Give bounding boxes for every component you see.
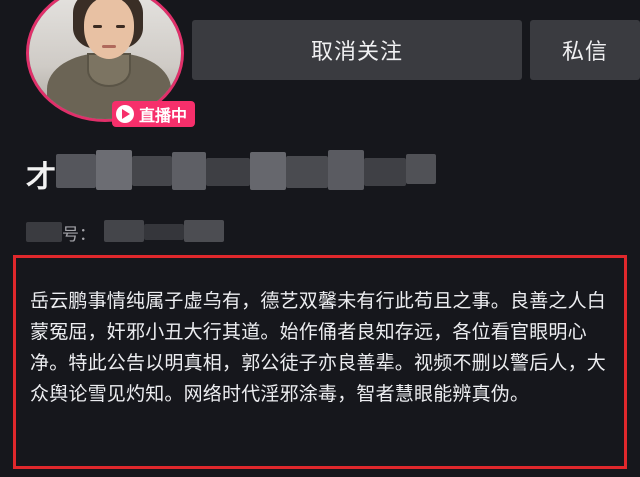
unfollow-button-label: 取消关注: [310, 40, 403, 65]
live-badge-label: 直播中: [139, 106, 188, 125]
play-icon: [116, 105, 134, 123]
profile-page: 直播中 取消关注 私信 才 号： 岳云鹏事情纯属子虚乌有，德艺双馨未有行此苟且之…: [0, 0, 640, 477]
unfollow-button[interactable]: 取消关注: [192, 20, 522, 80]
live-badge[interactable]: 直播中: [112, 101, 196, 127]
statement-highlight-box: 岳云鹏事情纯属子虚乌有，德艺双馨未有行此苟且之事。良善之人白蒙冤屈，奸邪小丑大行…: [13, 255, 627, 469]
account-id-label: 号：: [62, 225, 96, 245]
account-id-blurred: 号：: [26, 216, 236, 246]
statement-text: 岳云鹏事情纯属子虚乌有，德艺双馨未有行此苟且之事。良善之人白蒙冤屈，奸邪小丑大行…: [30, 290, 607, 405]
message-button-label: 私信: [561, 40, 608, 65]
message-button[interactable]: 私信: [530, 20, 640, 80]
username-first-char: 才: [26, 160, 56, 195]
username-blurred: 才: [26, 148, 446, 195]
